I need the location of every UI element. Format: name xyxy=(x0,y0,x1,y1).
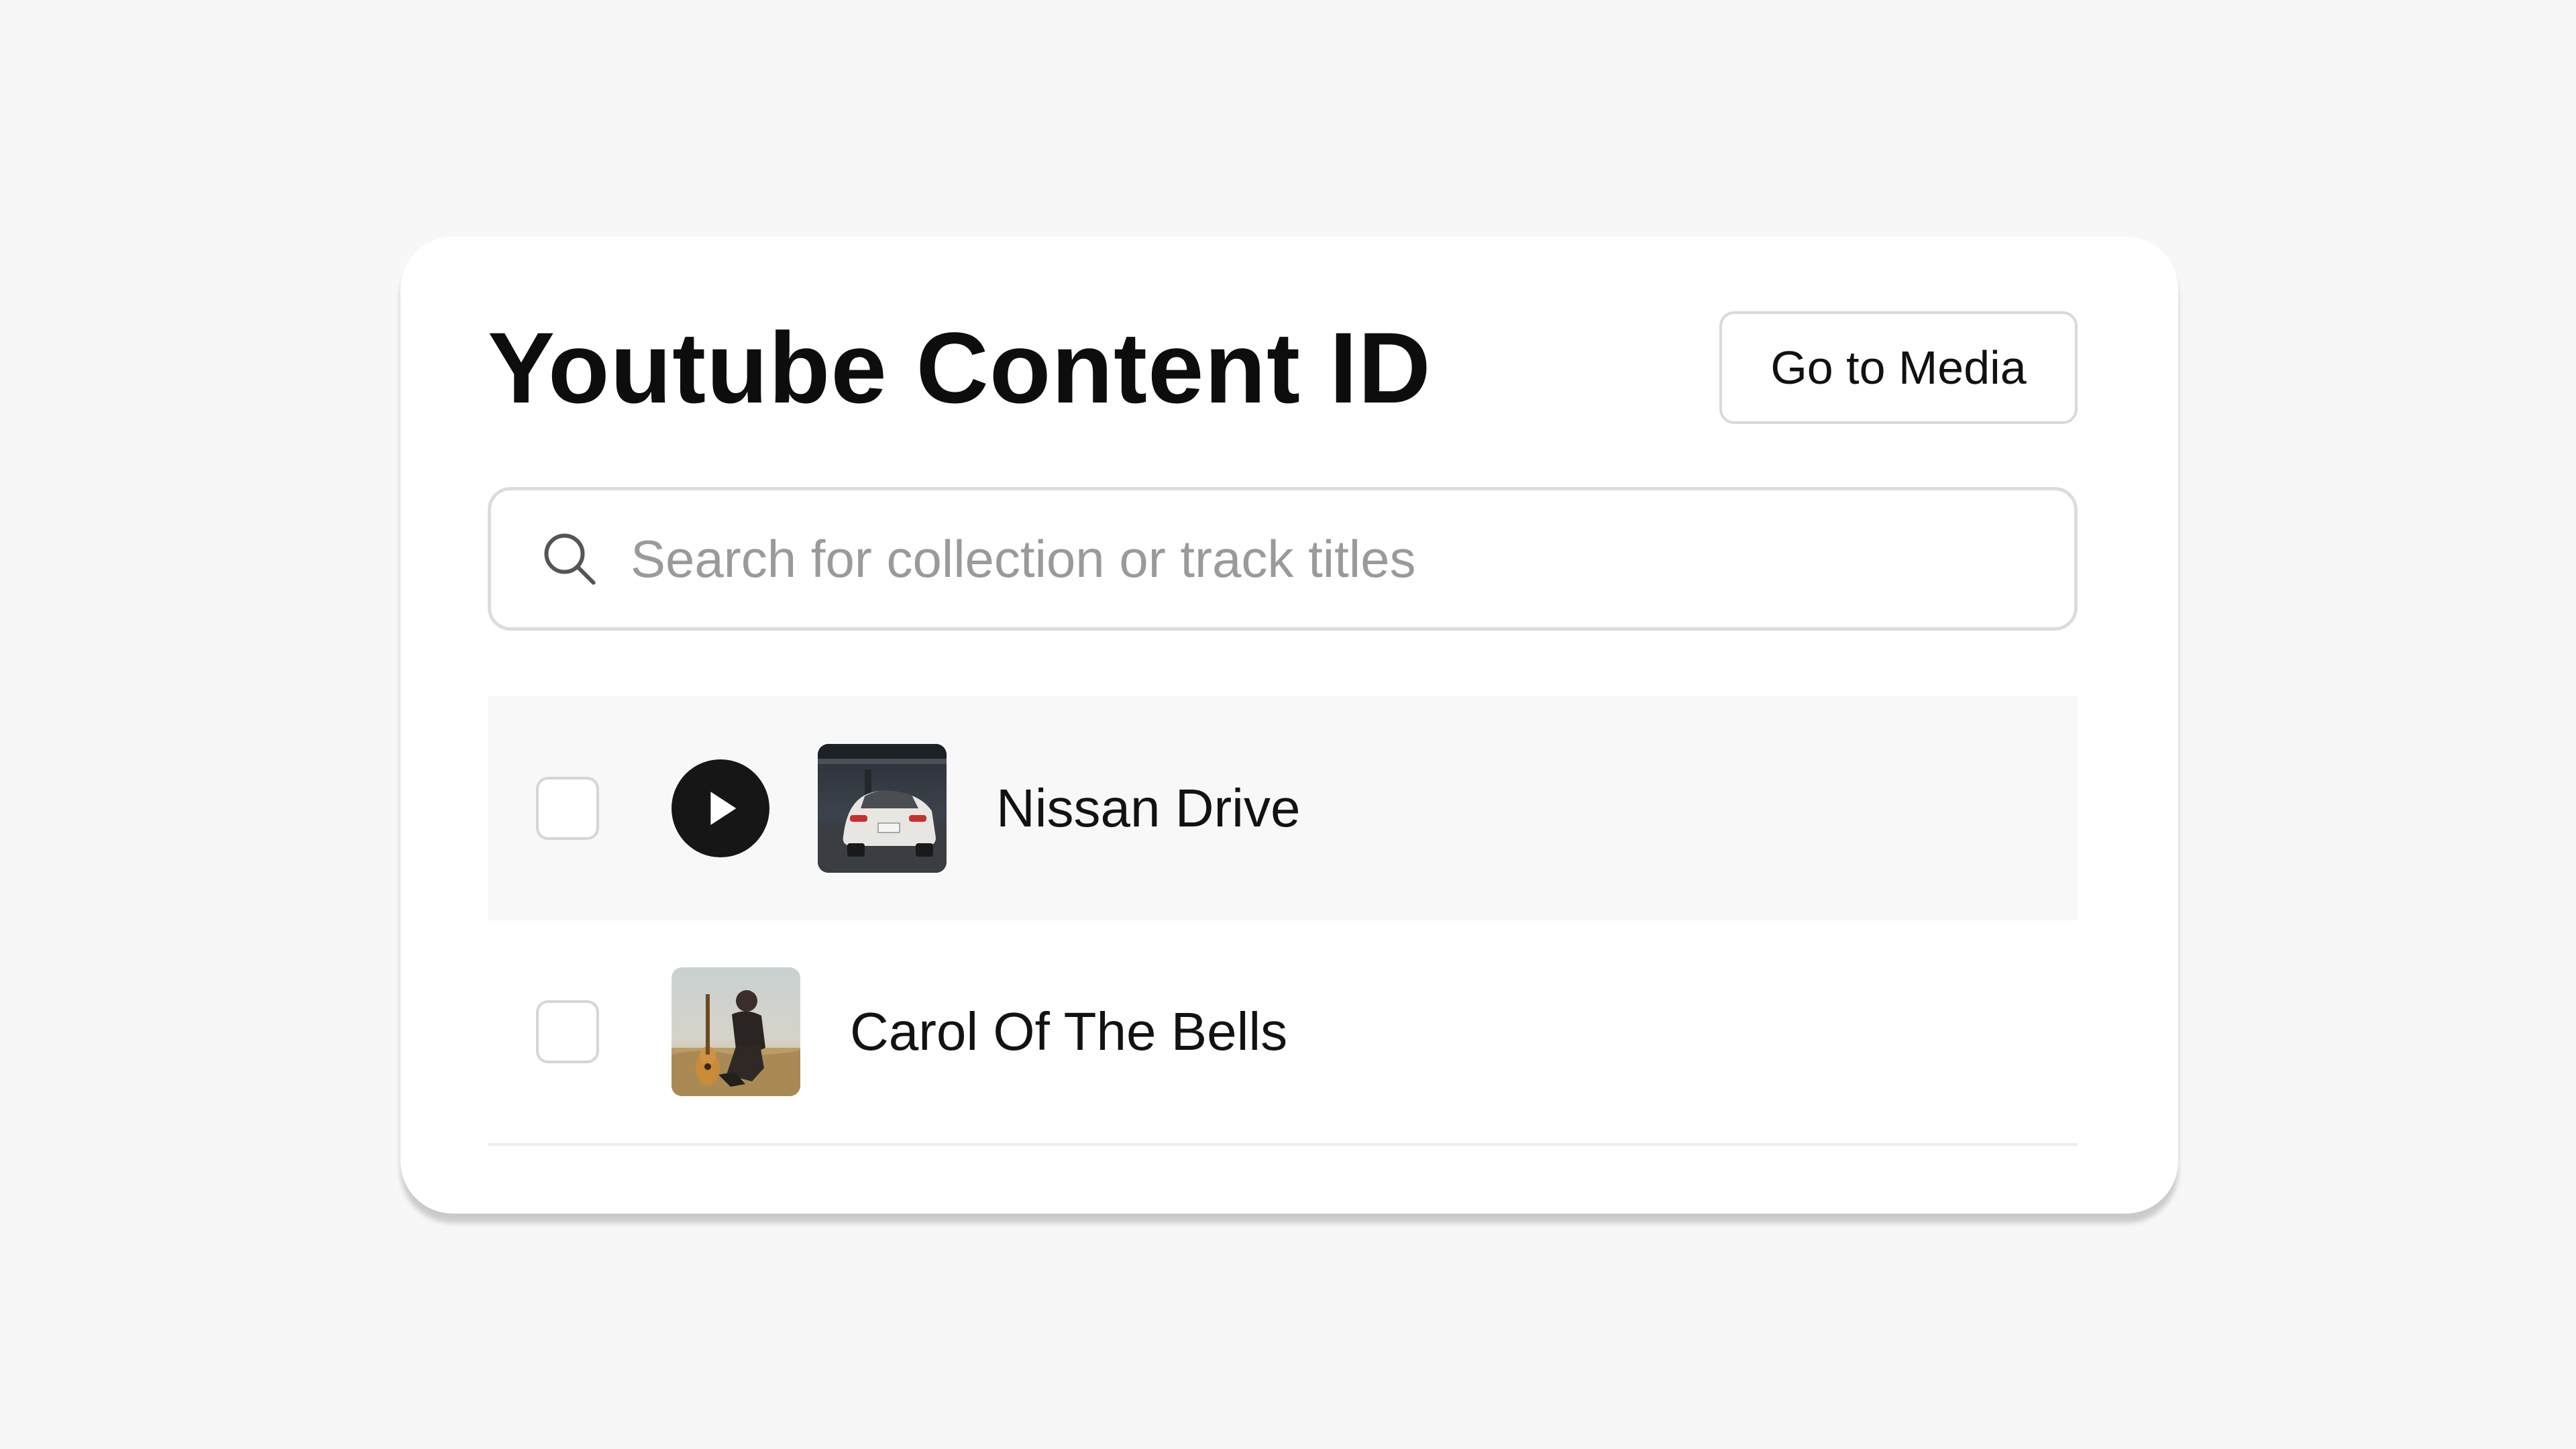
play-icon xyxy=(710,792,737,825)
search-box[interactable] xyxy=(488,487,2078,631)
row-checkbox[interactable] xyxy=(536,1000,599,1063)
track-title[interactable]: Carol Of The Bells xyxy=(850,1001,1287,1063)
guitarist-thumbnail-image xyxy=(672,967,800,1096)
table-row[interactable]: Carol Of The Bells xyxy=(488,920,2078,1146)
search-icon xyxy=(544,533,596,585)
track-list: Nissan Drive Carol Of The Bells xyxy=(488,696,2078,1146)
content-id-card: Youtube Content ID Go to Media Search fo… xyxy=(400,237,2178,1214)
car-thumbnail-image xyxy=(818,744,947,873)
track-thumbnail xyxy=(672,967,800,1096)
row-checkbox[interactable] xyxy=(536,777,599,840)
search-input[interactable] xyxy=(629,508,2074,610)
page-title: Youtube Content ID xyxy=(488,311,1432,424)
go-to-media-button[interactable]: Go to Media xyxy=(1719,311,2078,424)
play-button[interactable] xyxy=(672,759,769,857)
card-header: Youtube Content ID Go to Media xyxy=(488,311,2078,425)
track-thumbnail xyxy=(818,744,947,873)
track-title[interactable]: Nissan Drive xyxy=(996,777,1300,839)
table-row[interactable]: Nissan Drive xyxy=(488,696,2078,920)
